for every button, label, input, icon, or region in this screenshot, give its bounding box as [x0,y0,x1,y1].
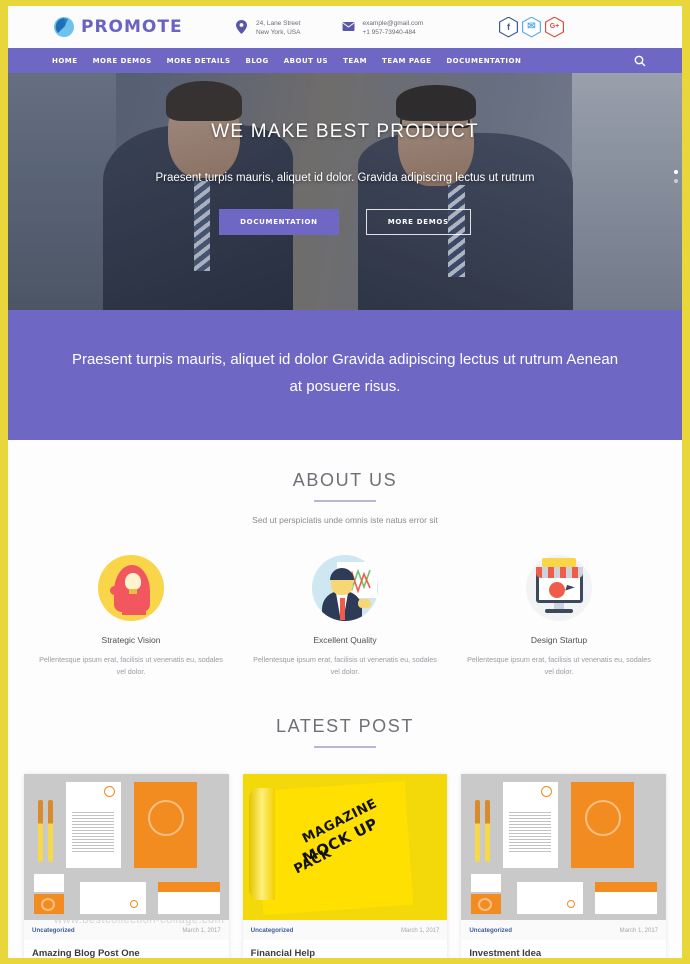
slider-dot-2[interactable] [674,179,678,183]
swirl-logo-icon [52,15,76,39]
hero-more-demos-button[interactable]: MORE DEMOS [365,209,471,235]
about-section: ABOUT US Sed ut perspiciatis unde omnis … [8,440,682,958]
envelope-icon [342,20,355,36]
about-divider [314,500,376,502]
post-list: Uncategorized March 1, 2017 Amazing Blog… [8,774,682,958]
latest-post-title: LATEST POST [276,716,414,736]
top-bar: PROMOTE 24, Lane Street New York, USA ex… [8,6,682,48]
post-category[interactable]: Uncategorized [32,927,75,934]
slider-dot-1[interactable] [674,170,678,174]
hero-subtitle: Praesent turpis mauris, aliquet id dolor… [155,172,535,184]
post-thumbnail[interactable]: MAGAZINE MOCK UP PACK [242,774,448,920]
nav-item-documentation[interactable]: DOCUMENTATION [446,57,521,65]
nav-item-team[interactable]: TEAM [343,57,367,65]
post-card[interactable]: Uncategorized March 1, 2017 Investment I… [461,774,667,958]
feature-list: Strategic Vision Pellentesque ipsum erat… [8,555,682,712]
nav-item-more-demos[interactable]: MORE DEMOS [93,57,152,65]
about-subtitle: Sed ut perspiciatis unde omnis iste natu… [252,515,438,525]
hero-slider: WE MAKE BEST PRODUCT Praesent turpis mau… [8,73,682,310]
post-card[interactable]: MAGAZINE MOCK UP PACK Uncategorized Marc… [242,774,448,958]
businessman-chart-icon [312,555,378,621]
email-text[interactable]: example@gmail.com [362,20,423,27]
slider-dots [674,170,678,188]
logo-text: PROMOTE [81,17,183,37]
post-thumbnail[interactable] [24,774,229,920]
head-lightbulb-icon [98,555,164,621]
address-line-1: 24, Lane Street [256,19,301,27]
post-date: March 1, 2017 [619,927,659,934]
google-plus-icon[interactable]: G+ [545,16,564,38]
feature-strategic-vision[interactable]: Strategic Vision Pellentesque ipsum erat… [24,555,238,678]
nav-item-blog[interactable]: BLOG [246,57,269,65]
feature-name: Strategic Vision [101,635,161,645]
latest-post-divider [314,746,376,748]
twitter-icon[interactable]: ✉ [522,16,541,38]
phone-text[interactable]: +1 957-73940-484 [362,29,415,36]
nav-item-about-us[interactable]: ABOUT US [284,57,328,65]
address-line-2: New York, USA [256,28,301,36]
ecommerce-monitor-icon [526,555,592,621]
post-title[interactable]: Investment Idea [469,948,658,958]
post-date: March 1, 2017 [182,927,221,934]
page-frame: PROMOTE 24, Lane Street New York, USA ex… [0,0,690,964]
post-category[interactable]: Uncategorized [469,927,512,934]
site-logo[interactable]: PROMOTE [52,15,202,39]
address-block: 24, Lane Street New York, USA [236,18,300,37]
feature-design-startup[interactable]: Design Startup Pellentesque ipsum erat, … [452,555,666,678]
post-date: March 1, 2017 [400,927,440,934]
nav-item-home[interactable]: HOME [52,57,78,65]
feature-desc: Pellentesque ipsum erat, facilisis ut ve… [467,655,651,676]
post-thumbnail[interactable] [461,774,667,920]
intro-band-text: Praesent turpis mauris, aliquet id dolor… [71,351,619,395]
search-icon[interactable] [634,54,646,72]
main-navigation: HOME MORE DEMOS MORE DETAILS BLOG ABOUT … [8,48,682,73]
feature-name: Excellent Quality [313,635,377,645]
social-links: f ✉ G+ [499,16,564,38]
contact-block: example@gmail.com +1 957-73940-484 [342,18,423,37]
hero-title: WE MAKE BEST PRODUCT [211,121,479,142]
post-card[interactable]: Uncategorized March 1, 2017 Amazing Blog… [24,774,229,958]
about-title: ABOUT US [292,470,398,490]
post-title[interactable]: Financial Help [251,948,440,958]
facebook-icon[interactable]: f [499,16,518,38]
intro-band: Praesent turpis mauris, aliquet id dolor… [8,310,682,440]
feature-desc: Pellentesque ipsum erat, facilisis ut ve… [253,655,437,676]
post-title[interactable]: Amazing Blog Post One [32,948,221,958]
feature-name: Design Startup [530,635,588,645]
feature-excellent-quality[interactable]: Excellent Quality Pellentesque ipsum era… [238,555,452,678]
nav-item-team-page[interactable]: TEAM PAGE [382,57,431,65]
map-pin-icon [236,19,249,36]
hero-documentation-button[interactable]: DOCUMENTATION [219,209,339,235]
nav-item-more-details[interactable]: MORE DETAILS [167,57,231,65]
post-category[interactable]: Uncategorized [251,927,294,934]
feature-desc: Pellentesque ipsum erat, facilisis ut ve… [39,655,223,676]
